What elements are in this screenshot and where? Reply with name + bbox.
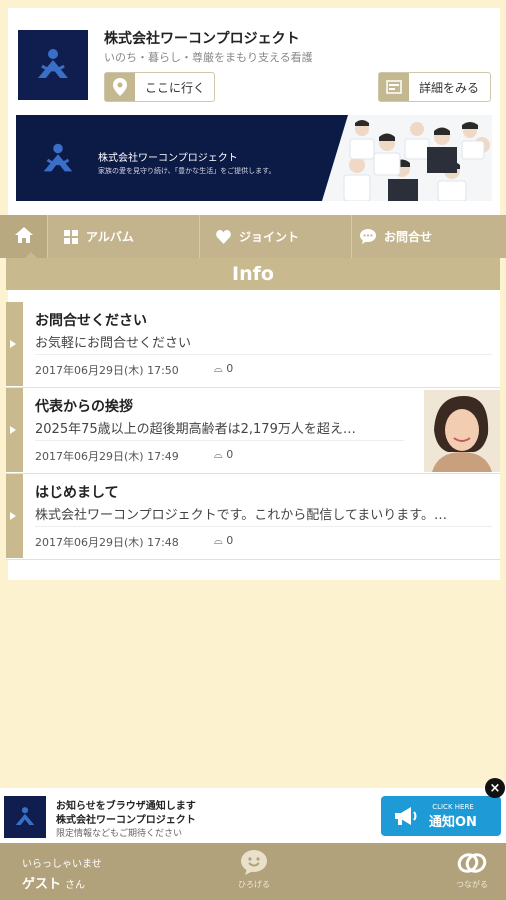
connect-button[interactable]: つながる xyxy=(444,851,500,890)
click-here-label: CLICK HERE xyxy=(432,802,474,811)
guest-name: ゲスト xyxy=(22,877,62,892)
shop-info-icon xyxy=(379,73,409,101)
notify-on-label: 通知ON xyxy=(429,814,477,830)
arrow-right-icon xyxy=(10,512,16,520)
staff-group-photo xyxy=(322,115,492,201)
arrow-right-icon xyxy=(10,340,16,348)
shop-subtitle: いのち・暮らし・尊厳をまもり支える看護 xyxy=(104,51,313,64)
go-here-label: ここに行く xyxy=(145,80,206,95)
post-date: 2017年06月29日(木) 17:48 xyxy=(35,536,179,549)
section-header-info: Info xyxy=(6,258,500,290)
arrow-right-icon xyxy=(10,426,16,434)
link-rings-icon xyxy=(457,851,487,875)
footer-bar: いらっしゃいませ ゲスト さん ひろげる つながる xyxy=(0,843,506,900)
post-title: 代表からの挨拶 xyxy=(35,399,133,415)
comment-count-value: 0 xyxy=(226,448,234,461)
list-item[interactable]: お問合せください お気軽にお問合せください 2017年06月29日(木) 17:… xyxy=(6,302,500,388)
comment-count: ⌓ 0 xyxy=(214,362,233,376)
comment-icon: ⌓ xyxy=(214,448,223,461)
company-banner[interactable]: 株式会社ワーコンプロジェクト 家族の愛を見守り続け、「豊かな生活」をご提供します… xyxy=(16,115,492,201)
megaphone-icon xyxy=(393,806,419,826)
post-marker xyxy=(6,302,23,386)
list-item[interactable]: はじめまして 株式会社ワーコンプロジェクトです。これから配信してまいります。… … xyxy=(6,474,500,560)
tab-album-label: アルバム xyxy=(86,230,134,244)
divider xyxy=(35,526,492,527)
post-date: 2017年06月29日(木) 17:50 xyxy=(35,364,179,377)
post-description: 2025年75歳以上の超後期高齢者は2,179万人を超え… xyxy=(35,422,356,437)
go-here-button[interactable]: ここに行く xyxy=(104,72,215,102)
detail-label: 詳細をみる xyxy=(419,80,480,95)
post-title: はじめまして xyxy=(35,485,119,501)
company-logo xyxy=(18,30,88,100)
divider xyxy=(35,440,404,441)
tab-contact[interactable]: お問合せ xyxy=(352,215,506,258)
smile-chat-icon xyxy=(240,849,268,875)
spread-label: ひろげる xyxy=(238,880,270,889)
notify-on-button[interactable]: CLICK HERE 通知ON xyxy=(381,796,501,836)
tab-contact-label: お問合せ xyxy=(384,230,433,244)
post-description: お気軽にお問合せください xyxy=(35,336,192,351)
nav-tabs: アルバム ジョイント お問合せ xyxy=(0,215,506,258)
post-date: 2017年06月29日(木) 17:49 xyxy=(35,450,179,463)
heart-icon xyxy=(216,229,231,244)
spread-button[interactable]: ひろげる xyxy=(226,849,282,890)
close-icon[interactable]: × xyxy=(485,778,505,798)
home-icon xyxy=(14,227,33,246)
tab-joint-label: ジョイント xyxy=(239,230,300,244)
map-pin-icon xyxy=(105,73,135,101)
detail-button[interactable]: 詳細をみる xyxy=(378,72,491,102)
tab-joint[interactable]: ジョイント xyxy=(200,215,352,258)
guest-user[interactable]: ゲスト さん xyxy=(22,873,85,892)
footer-greeting: いらっしゃいませ xyxy=(22,859,102,870)
comment-count-value: 0 xyxy=(226,534,234,547)
post-list: お問合せください お気軽にお問合せください 2017年06月29日(木) 17:… xyxy=(6,302,500,560)
list-item[interactable]: 代表からの挨拶 2025年75歳以上の超後期高齢者は2,179万人を超え… 20… xyxy=(6,388,500,474)
grid-icon xyxy=(64,229,78,244)
post-thumbnail xyxy=(424,390,500,472)
push-notification-banner: お知らせをブラウザ通知します 株式会社ワーコンプロジェクト 限定情報などもご期待… xyxy=(0,788,506,843)
comment-count-value: 0 xyxy=(226,362,234,375)
comment-icon: ⌓ xyxy=(214,534,223,547)
chat-bubble-icon xyxy=(360,229,376,244)
shop-title: 株式会社ワーコンプロジェクト xyxy=(104,31,300,47)
divider xyxy=(35,354,492,355)
notification-text-1: お知らせをブラウザ通知します xyxy=(56,801,196,812)
connect-label: つながる xyxy=(456,880,488,889)
post-title: お問合せください xyxy=(35,313,147,329)
tab-album[interactable]: アルバム xyxy=(48,215,200,258)
shop-header: 株式会社ワーコンプロジェクト いのち・暮らし・尊厳をまもり支える看護 ここに行く… xyxy=(8,8,500,113)
comment-icon: ⌓ xyxy=(214,362,223,375)
banner-logo xyxy=(38,139,78,183)
notification-logo xyxy=(4,796,46,838)
guest-suffix: さん xyxy=(65,880,86,891)
banner-tagline: 家族の愛を見守り続け、「豊かな生活」をご提供します。 xyxy=(98,167,276,175)
notification-text-2: 株式会社ワーコンプロジェクト xyxy=(56,815,196,826)
banner-title: 株式会社ワーコンプロジェクト xyxy=(98,153,238,164)
post-marker xyxy=(6,474,23,558)
comment-count: ⌓ 0 xyxy=(214,448,233,462)
post-description: 株式会社ワーコンプロジェクトです。これから配信してまいります。… xyxy=(35,508,447,523)
notification-text-3: 限定情報などもご期待ください xyxy=(56,829,183,839)
post-marker xyxy=(6,388,23,472)
comment-count: ⌓ 0 xyxy=(214,534,233,548)
